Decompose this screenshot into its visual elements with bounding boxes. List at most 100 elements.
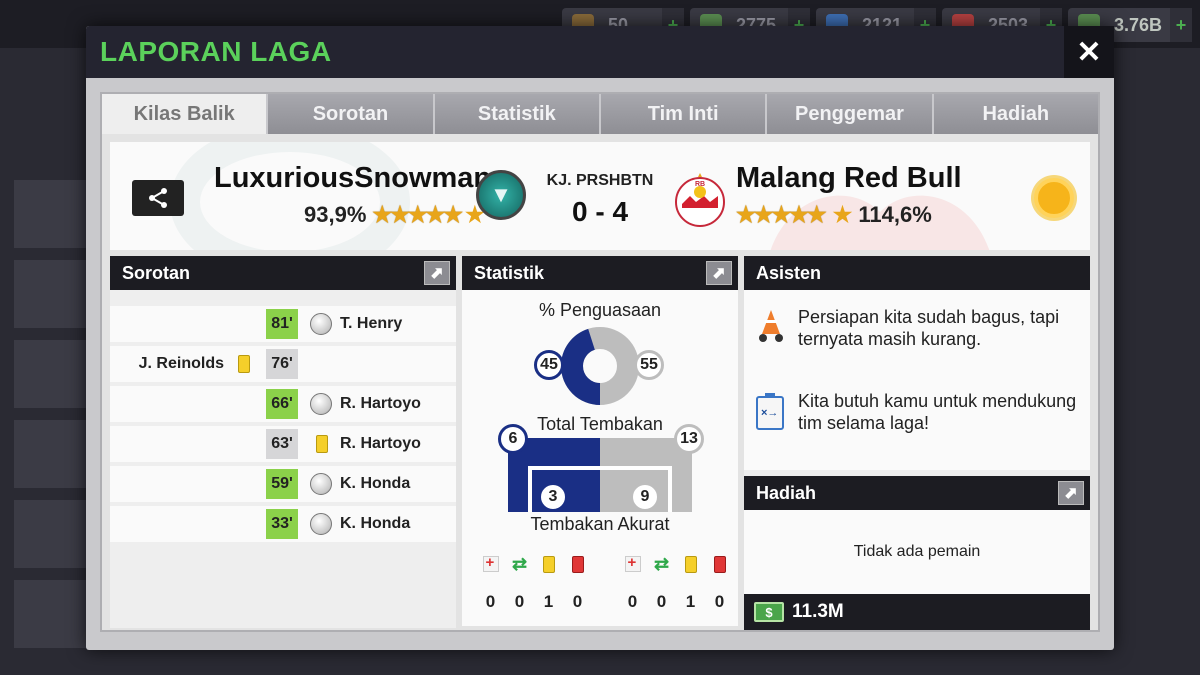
on-target-label: Tembakan Akurat [530, 514, 670, 534]
background-tile [14, 580, 86, 648]
reward-money-bar: $ 11.3M [744, 594, 1090, 630]
highlight-minute: 66' [266, 389, 298, 419]
rewards-expand-button[interactable]: ⬈ [1058, 481, 1084, 505]
shots-away-value: 13 [674, 424, 704, 454]
shots-bars [508, 438, 692, 512]
background-tile [14, 420, 86, 488]
highlight-row: 81' T. Henry [110, 306, 456, 342]
highlights-header: Sorotan ⬈ [110, 256, 456, 290]
on-target-away-value: 9 [630, 482, 660, 512]
assistant-message: Persiapan kita sudah bagus, tapi ternyat… [798, 307, 1060, 349]
modal-header: LAPORAN LAGA ✕ [86, 26, 1114, 78]
home-rating: 93,9% ★★★★★ ★ [304, 202, 485, 228]
away-half-star-icon: ★ [832, 202, 853, 227]
home-team-name: LuxuriousSnowman [214, 162, 492, 194]
background-tile [14, 260, 86, 328]
assistant-header: Asisten [744, 256, 1090, 290]
tab-sorotan[interactable]: Sorotan [268, 94, 435, 134]
highlight-row: 66' R. Hartoyo [110, 386, 456, 422]
statistics-header: Statistik ⬈ [462, 256, 738, 290]
yellow-card-icon [684, 555, 697, 573]
highlight-minute: 59' [266, 469, 298, 499]
injury-icon [482, 554, 499, 572]
away-team-crest-icon: RB [675, 173, 725, 227]
highlight-player: J. Reinolds [138, 355, 224, 372]
away-yellow-count: 1 [685, 592, 696, 611]
on-target-home-value: 3 [538, 482, 568, 512]
away-rating-value: 114,6% [858, 202, 932, 227]
highlight-player: R. Hartoyo [340, 395, 421, 412]
share-icon [149, 188, 167, 208]
injury-icon [624, 554, 641, 572]
highlights-expand-button[interactable]: ⬈ [424, 261, 450, 285]
goal-ball-icon [310, 473, 332, 495]
home-team-crest-icon: ▼ [476, 170, 526, 220]
away-team-name: Malang Red Bull [736, 162, 962, 194]
tab-bar: Kilas Balik Sorotan Statistik Tim Inti P… [102, 94, 1098, 134]
money-icon: $ [754, 602, 784, 622]
away-injury-count: 0 [627, 592, 638, 611]
away-crest-watermark [770, 195, 990, 250]
highlight-minute: 63' [266, 429, 298, 459]
yellow-card-icon [238, 355, 250, 373]
highlight-row: 59' K. Honda [110, 466, 456, 502]
yellow-card-icon [542, 555, 555, 573]
highlight-player: K. Honda [340, 515, 411, 532]
home-crest-watermark [170, 142, 410, 250]
highlight-minute: 76' [266, 349, 298, 379]
away-red-count: 0 [714, 592, 725, 611]
share-button[interactable] [132, 180, 184, 216]
rewards-header: Hadiah ⬈ [744, 476, 1090, 510]
add-money-button[interactable]: + [1170, 8, 1192, 42]
highlights-title: Sorotan [122, 262, 191, 283]
reward-money-value: 11.3M [792, 601, 844, 622]
possession-label: % Penguasaan [538, 300, 662, 320]
tactics-board-icon [756, 393, 784, 430]
tab-hadiah[interactable]: Hadiah [933, 94, 1098, 134]
statistics-title: Statistik [474, 262, 545, 283]
training-cone-icon [759, 310, 783, 342]
highlight-player: K. Honda [340, 475, 411, 492]
possession-donut [561, 327, 639, 405]
goal-ball-icon [310, 393, 332, 415]
home-events-icons: ⇄ [476, 554, 592, 574]
modal-title: LAPORAN LAGA [100, 36, 332, 67]
background-sidebar [0, 180, 86, 650]
red-card-icon [713, 555, 726, 573]
tab-penggemar[interactable]: Penggemar [767, 94, 934, 134]
statistics-body: % Penguasaan 45 55 Total Tembakan 6 13 3… [462, 290, 738, 626]
statistics-expand-button[interactable]: ⬈ [706, 261, 732, 285]
assistant-section: Asisten Persiapan kita sudah bagus, tapi… [744, 256, 1090, 630]
highlight-row: 63' R. Hartoyo [110, 426, 456, 462]
match-score: 0 - 4 [571, 196, 629, 227]
statistics-section: Statistik ⬈ % Penguasaan 45 55 Total Tem… [462, 256, 738, 626]
sun-icon [1034, 178, 1074, 218]
highlight-minute: 33' [266, 509, 298, 539]
highlight-player: T. Henry [340, 315, 403, 332]
background-tile [14, 180, 86, 248]
tab-statistik[interactable]: Statistik [434, 94, 601, 134]
away-event-counts: 0 0 1 0 [618, 592, 734, 612]
home-injury-count: 0 [485, 592, 496, 611]
away-substitution-count: 0 [656, 592, 667, 611]
substitution-icon: ⇄ [511, 553, 528, 574]
tab-kilas-balik[interactable]: Kilas Balik [102, 94, 269, 134]
red-card-icon [571, 555, 584, 573]
home-red-count: 0 [572, 592, 583, 611]
tab-tim-inti[interactable]: Tim Inti [600, 94, 768, 134]
away-events-icons: ⇄ [618, 554, 734, 574]
assistant-message: Kita butuh kamu untuk mendukung tim sela… [798, 391, 1077, 433]
yellow-card-icon [316, 435, 328, 453]
home-substitution-count: 0 [514, 592, 525, 611]
match-report-modal: LAPORAN LAGA ✕ Kilas Balik Sorotan Stati… [86, 26, 1114, 650]
highlights-section: Sorotan ⬈ 81' T. Henry J. Reinolds 76' 6… [110, 256, 456, 628]
highlights-list: 81' T. Henry J. Reinolds 76' 66' R. Hart… [110, 290, 456, 542]
substitution-icon: ⇄ [653, 553, 670, 574]
background-tile [14, 340, 86, 408]
home-rating-value: 93,9% [304, 202, 367, 227]
assistant-title: Asisten [756, 262, 822, 283]
shots-home-value: 6 [498, 424, 528, 454]
possession-away-value: 55 [634, 350, 664, 380]
highlight-minute: 81' [266, 309, 298, 339]
close-button[interactable]: ✕ [1064, 26, 1114, 78]
